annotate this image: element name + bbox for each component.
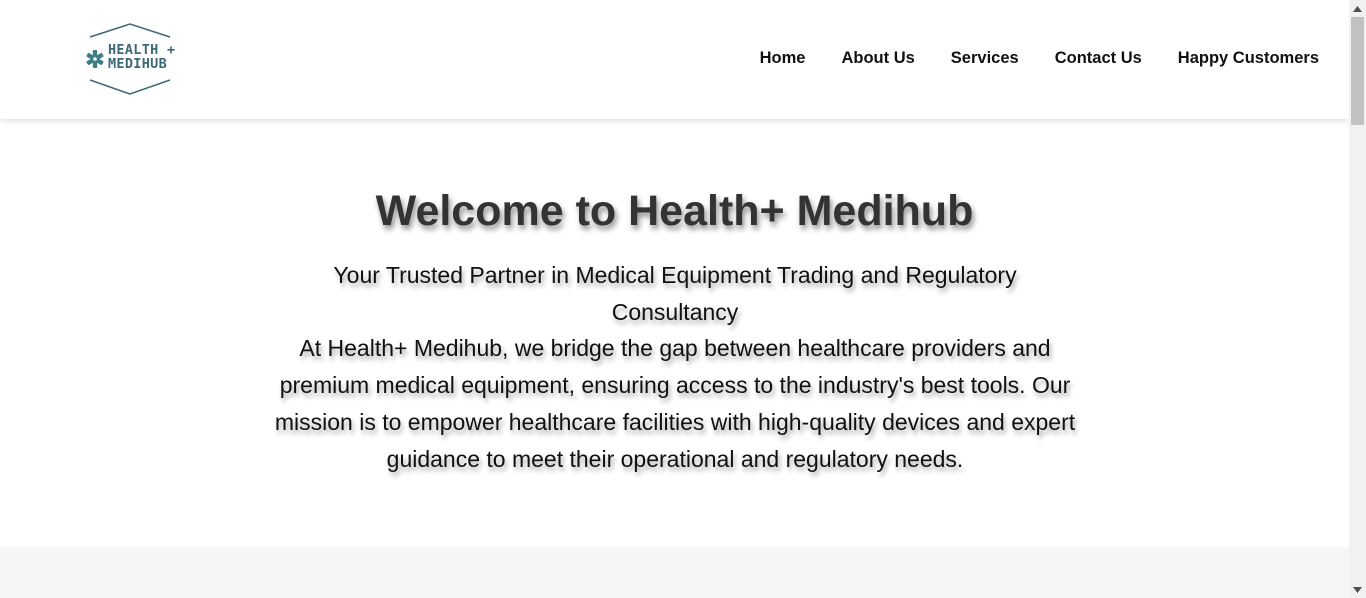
next-section [0, 547, 1349, 598]
logo-line-2: MEDIHUB [108, 56, 167, 72]
logo-line-1: HEALTH + [108, 42, 176, 58]
hero-section: Welcome to Health+ Medihub Your Trusted … [0, 119, 1349, 547]
nav-happy-customers[interactable]: Happy Customers [1178, 47, 1319, 69]
site-logo[interactable]: HEALTH + MEDIHUB [84, 23, 176, 95]
scrollbar-thumb[interactable] [1351, 17, 1364, 125]
page-viewport: HEALTH + MEDIHUB Home About Us Services … [0, 0, 1349, 598]
site-header: HEALTH + MEDIHUB Home About Us Services … [0, 0, 1349, 119]
nav-services[interactable]: Services [951, 47, 1019, 69]
scroll-up-arrow-icon[interactable] [1349, 0, 1366, 17]
hero-title: Welcome to Health+ Medihub [375, 187, 974, 235]
scroll-down-arrow-icon[interactable] [1349, 581, 1366, 598]
hero-description: At Health+ Medihub, we bridge the gap be… [274, 335, 1076, 472]
nav-home[interactable]: Home [760, 47, 806, 69]
logo-text: HEALTH + MEDIHUB [108, 42, 176, 72]
vertical-scrollbar[interactable] [1349, 0, 1366, 598]
nav-contact-us[interactable]: Contact Us [1055, 47, 1142, 69]
main-nav: Home About Us Services Contact Us Happy … [724, 47, 1319, 69]
nav-about-us[interactable]: About Us [841, 47, 914, 69]
hero-tagline: Your Trusted Partner in Medical Equipmen… [333, 262, 1017, 325]
